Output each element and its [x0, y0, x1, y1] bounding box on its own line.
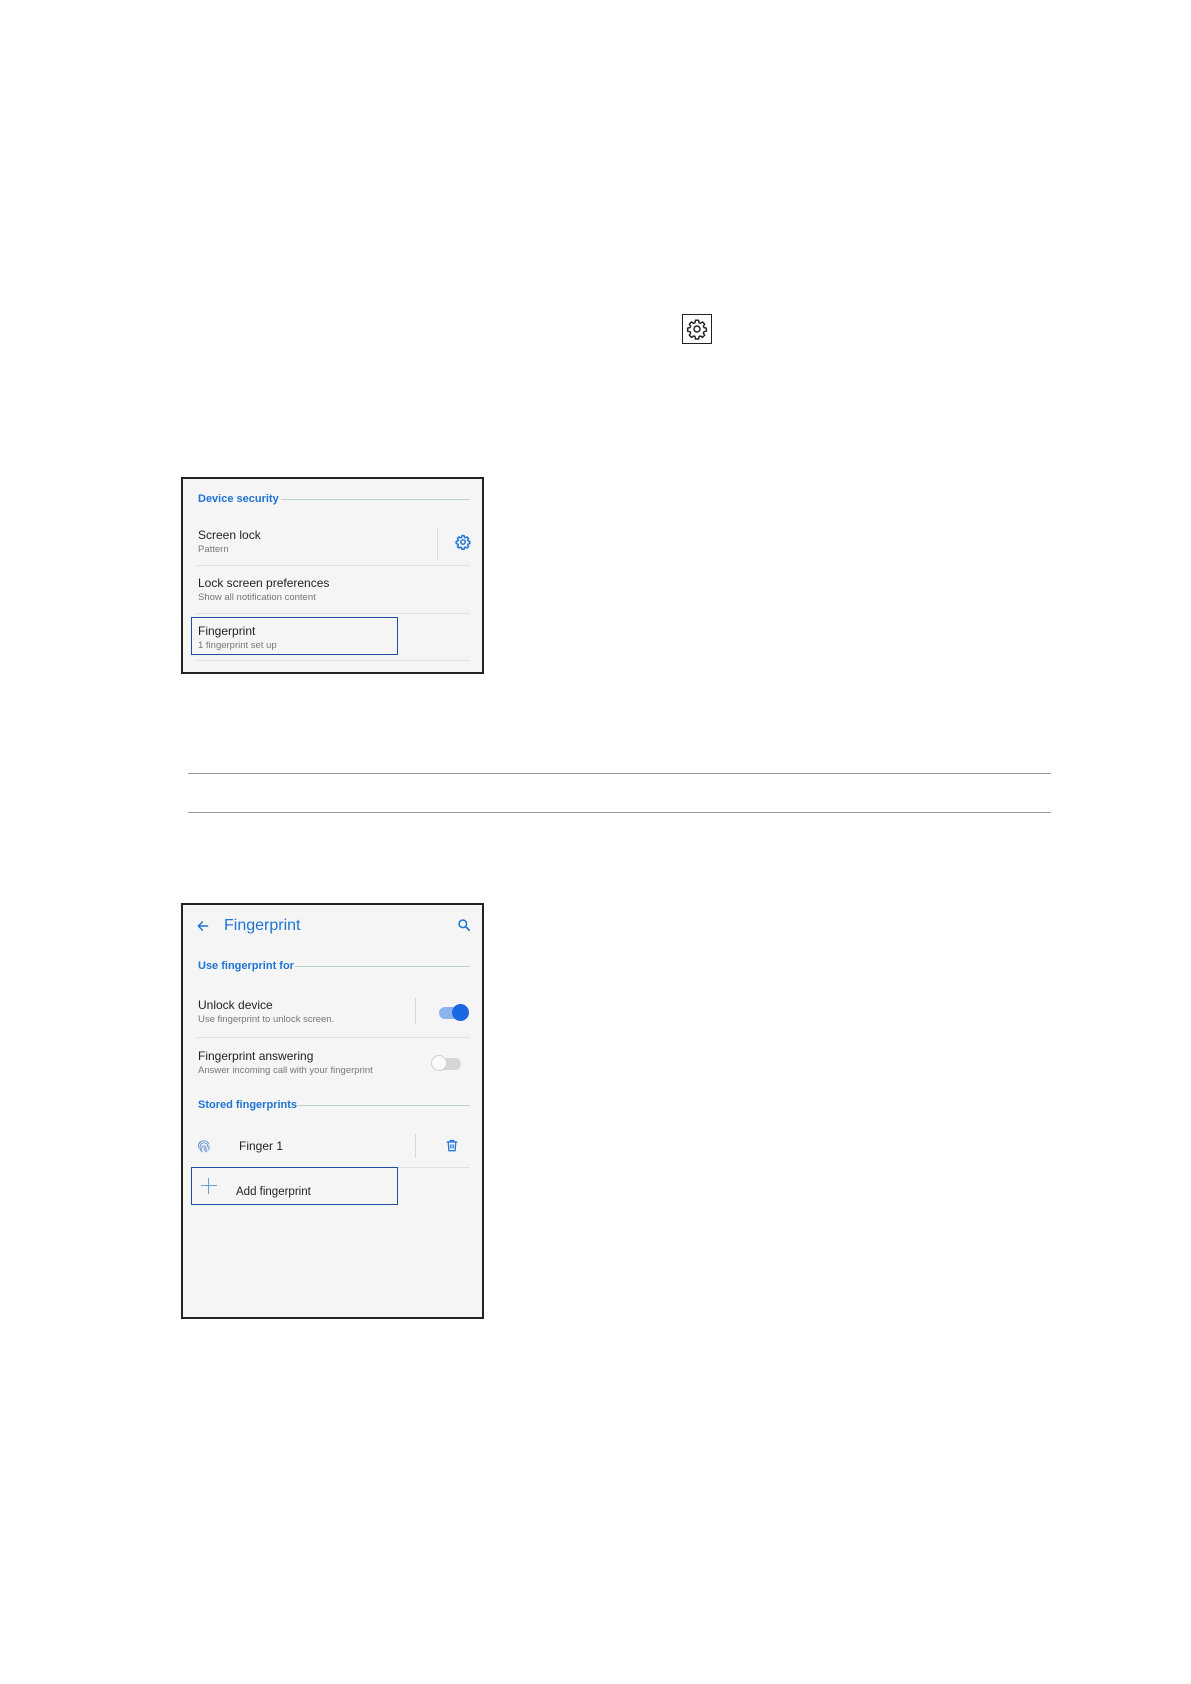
divider — [197, 660, 470, 661]
horizontal-rule-bottom — [188, 812, 1051, 813]
fingerprint-answering-title: Fingerprint answering — [198, 1049, 314, 1063]
screen-lock-subtitle: Pattern — [198, 544, 229, 555]
fingerprint-answering-toggle[interactable] — [431, 1055, 463, 1073]
back-button[interactable] — [196, 919, 210, 938]
toggle-knob — [452, 1004, 469, 1021]
section-header-stored-fingerprints: Stored fingerprints — [198, 1099, 298, 1111]
unlock-device-subtitle: Use fingerprint to unlock screen. — [198, 1014, 335, 1025]
page-title: Fingerprint — [224, 917, 301, 934]
screen-lock-title: Screen lock — [198, 528, 261, 542]
finger-1-label[interactable]: Finger 1 — [239, 1139, 283, 1153]
fingerprint-settings-screenshot: Fingerprint Use fingerprint for Unlock d… — [181, 903, 484, 1319]
fingerprint-icon — [196, 1138, 212, 1159]
section-header-line — [297, 1105, 470, 1106]
vertical-separator — [415, 1134, 416, 1158]
divider — [197, 613, 470, 614]
delete-fingerprint-button[interactable] — [445, 1138, 459, 1158]
vertical-separator — [415, 998, 416, 1024]
section-header-device-security: Device security — [198, 493, 279, 505]
gear-icon — [455, 534, 471, 550]
device-security-screenshot: Device security Screen lock Pattern Lock… — [181, 477, 484, 674]
trash-icon — [446, 1139, 458, 1152]
lock-screen-preferences-title: Lock screen preferences — [198, 576, 330, 590]
unlock-device-title: Unlock device — [198, 998, 273, 1012]
lock-screen-preferences-subtitle: Show all notification content — [198, 592, 316, 603]
section-header-use-fingerprint-for: Use fingerprint for — [198, 960, 294, 972]
screen-lock-settings-button[interactable] — [455, 534, 471, 555]
toggle-knob — [431, 1055, 447, 1071]
divider — [197, 565, 470, 566]
section-header-line — [281, 499, 470, 500]
horizontal-rule-top — [188, 773, 1051, 774]
section-header-line — [295, 966, 470, 967]
divider — [197, 1037, 470, 1038]
unlock-device-toggle[interactable] — [437, 1003, 469, 1021]
search-button[interactable] — [457, 918, 471, 937]
vertical-separator — [437, 529, 438, 559]
add-fingerprint-button[interactable] — [191, 1167, 398, 1205]
search-icon — [458, 919, 471, 932]
arrow-left-icon — [197, 921, 209, 931]
fingerprint-highlight-box — [191, 617, 398, 655]
fingerprint-answering-subtitle: Answer incoming call with your fingerpri… — [198, 1065, 373, 1076]
settings-gear-icon — [682, 314, 712, 344]
gear-icon — [686, 319, 708, 340]
